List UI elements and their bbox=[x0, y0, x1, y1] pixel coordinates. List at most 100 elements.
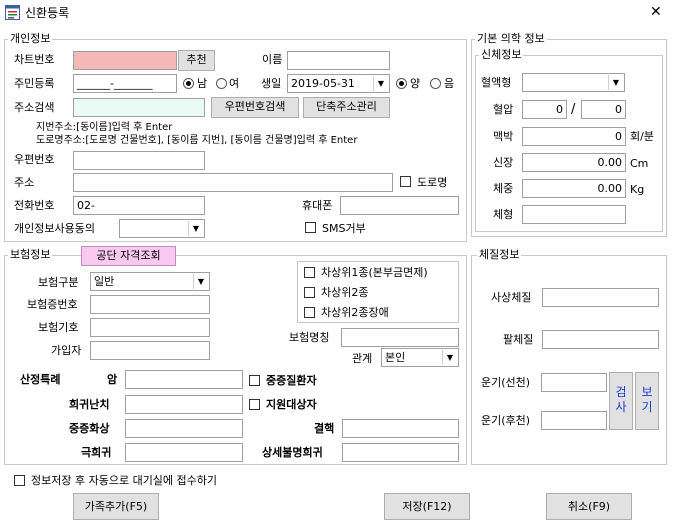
tb-input[interactable] bbox=[342, 419, 459, 438]
fortune-view-button[interactable]: 보기 bbox=[635, 372, 659, 430]
upper2-label: 차상위2종 bbox=[321, 286, 369, 299]
rrn-label: 주민등록 bbox=[14, 77, 55, 90]
sms-refuse-label: SMS거부 bbox=[322, 222, 366, 235]
special-case-label: 산정특례 bbox=[20, 373, 61, 386]
add-family-button[interactable]: 가족추가(F5) bbox=[73, 493, 159, 520]
insurance-type-value: 일반 bbox=[94, 275, 115, 288]
name-input[interactable] bbox=[287, 51, 390, 70]
sex-male-radio[interactable] bbox=[183, 78, 194, 89]
relation-label: 관계 bbox=[352, 352, 373, 365]
address-input[interactable] bbox=[73, 173, 393, 192]
mobile-input[interactable] bbox=[340, 196, 459, 215]
rare-input[interactable] bbox=[125, 395, 243, 414]
pulse-label: 맥박 bbox=[493, 130, 514, 143]
pulse-input[interactable]: 0 bbox=[522, 127, 626, 146]
fortune-front-input[interactable] bbox=[541, 373, 607, 392]
body-shape-label: 체형 bbox=[493, 208, 514, 221]
support-label: 지원대상자 bbox=[266, 398, 317, 411]
calendar-solar-label: 양 bbox=[410, 77, 421, 90]
weight-label: 체중 bbox=[493, 182, 514, 195]
upper1-checkbox[interactable] bbox=[304, 267, 315, 278]
severe-label: 중증질환자 bbox=[266, 374, 317, 387]
burn-label: 중증화상 bbox=[69, 422, 110, 435]
height-label: 신장 bbox=[493, 156, 514, 169]
address-label: 주소 bbox=[14, 176, 35, 189]
chevron-down-icon[interactable]: ▼ bbox=[188, 221, 203, 236]
chevron-down-icon[interactable]: ▼ bbox=[608, 75, 623, 90]
zip-label: 우편번호 bbox=[14, 153, 55, 166]
phone-input[interactable]: 02- bbox=[73, 196, 205, 215]
addr-search-label: 주소검색 bbox=[14, 101, 55, 114]
cancel-button[interactable]: 취소(F9) bbox=[546, 493, 632, 520]
body-shape-input[interactable] bbox=[522, 205, 626, 224]
chart-no-label: 차트번호 bbox=[14, 53, 55, 66]
upper2-disabled-checkbox[interactable] bbox=[304, 307, 315, 318]
cancer-input[interactable] bbox=[125, 370, 243, 389]
birth-date-value: 2019-05-31 bbox=[291, 77, 355, 90]
blood-type-select[interactable]: ▼ bbox=[522, 73, 625, 92]
name-label: 이름 bbox=[262, 53, 283, 66]
burn-input[interactable] bbox=[125, 419, 243, 438]
rare-label: 희귀난치 bbox=[69, 398, 110, 411]
phone-label: 전화번호 bbox=[14, 199, 55, 212]
birth-label: 생일 bbox=[261, 77, 282, 90]
zip-input[interactable] bbox=[73, 151, 205, 170]
height-input[interactable]: 0.00 bbox=[522, 153, 626, 172]
eight-constitution-label: 팔체질 bbox=[503, 333, 534, 346]
upper2-disabled-label: 차상위2종장애 bbox=[321, 306, 389, 319]
upper2-checkbox[interactable] bbox=[304, 287, 315, 298]
upper1-label: 차상위1종(본부금면제) bbox=[321, 266, 428, 279]
constitution-group bbox=[471, 255, 667, 465]
bp-diastolic-input[interactable]: 0 bbox=[581, 100, 626, 119]
fortune-calc-button[interactable]: 검사 bbox=[609, 372, 633, 430]
calendar-solar-radio[interactable] bbox=[396, 78, 407, 89]
calendar-lunar-radio[interactable] bbox=[430, 78, 441, 89]
subscriber-input[interactable] bbox=[90, 341, 210, 360]
subscriber-label: 가입자 bbox=[51, 344, 82, 357]
sasang-label: 사상체질 bbox=[491, 291, 532, 304]
fortune-front-label: 운기(선천) bbox=[481, 376, 531, 389]
short-address-button[interactable]: 단축주소관리 bbox=[303, 97, 390, 118]
sms-refuse-checkbox[interactable] bbox=[305, 222, 316, 233]
cert-no-label: 보험증번호 bbox=[27, 298, 78, 311]
cert-no-input[interactable] bbox=[90, 295, 210, 314]
sasang-input[interactable] bbox=[542, 288, 659, 307]
title-bar: 신환등록 ✕ bbox=[0, 0, 673, 26]
relation-select[interactable]: 본인 ▼ bbox=[381, 348, 459, 367]
mobile-label: 휴대폰 bbox=[302, 199, 333, 212]
qualification-check-button[interactable]: 공단 자격조회 bbox=[81, 246, 176, 266]
recommend-button[interactable]: 추천 bbox=[178, 50, 215, 71]
insured-name-input[interactable] bbox=[341, 328, 459, 347]
road-name-checkbox[interactable] bbox=[400, 176, 411, 187]
insurance-type-select[interactable]: 일반 ▼ bbox=[90, 272, 210, 291]
chevron-down-icon[interactable]: ▼ bbox=[373, 76, 388, 91]
zip-search-button[interactable]: 우편번호검색 bbox=[211, 97, 299, 118]
sex-male-label: 남 bbox=[197, 77, 208, 90]
personal-info-title: 개인정보 bbox=[8, 32, 53, 46]
addr-search-input[interactable] bbox=[73, 98, 205, 117]
unknown-rare-input[interactable] bbox=[342, 443, 459, 462]
birth-date-picker[interactable]: 2019-05-31 ▼ bbox=[287, 74, 390, 93]
weight-unit: Kg bbox=[630, 183, 645, 196]
severe-checkbox[interactable] bbox=[249, 375, 260, 386]
weight-input[interactable]: 0.00 bbox=[522, 179, 626, 198]
chart-no-input[interactable] bbox=[73, 51, 177, 70]
support-checkbox[interactable] bbox=[249, 399, 260, 410]
consent-select[interactable]: ▼ bbox=[119, 219, 205, 238]
eight-constitution-input[interactable] bbox=[542, 330, 659, 349]
close-icon[interactable]: ✕ bbox=[650, 5, 662, 19]
fortune-back-input[interactable] bbox=[541, 411, 607, 430]
sex-female-label: 여 bbox=[229, 77, 240, 90]
pulse-unit: 회/분 bbox=[630, 130, 654, 143]
bp-systolic-input[interactable]: 0 bbox=[522, 100, 567, 119]
height-unit: Cm bbox=[630, 157, 649, 170]
chevron-down-icon[interactable]: ▼ bbox=[193, 274, 208, 289]
chevron-down-icon[interactable]: ▼ bbox=[442, 350, 457, 365]
ultra-rare-input[interactable] bbox=[125, 443, 243, 462]
insurance-symbol-input[interactable] bbox=[90, 318, 210, 337]
save-button[interactable]: 저장(F12) bbox=[384, 493, 470, 520]
blood-type-label: 혈액형 bbox=[481, 76, 512, 89]
rrn-input[interactable]: ______-_______ bbox=[73, 74, 177, 93]
auto-wait-checkbox[interactable] bbox=[14, 475, 25, 486]
sex-female-radio[interactable] bbox=[216, 78, 227, 89]
